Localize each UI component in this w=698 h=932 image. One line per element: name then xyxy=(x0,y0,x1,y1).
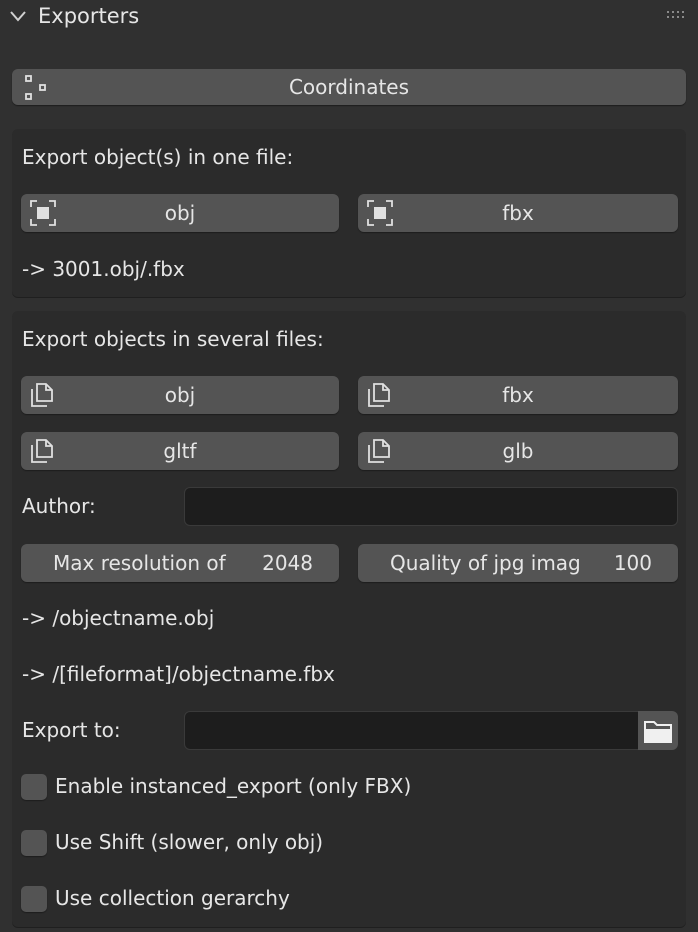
export-to-label: Export to: xyxy=(22,718,121,742)
fbx-path-hint: -> /[fileformat]/objectname.fbx xyxy=(22,662,335,686)
obj-path-hint: -> /objectname.obj xyxy=(22,606,215,630)
panel-title[interactable]: Exporters xyxy=(38,4,139,28)
use-shift-checkbox[interactable] xyxy=(21,830,47,856)
chevron-down-icon[interactable] xyxy=(8,8,28,24)
select-box-icon xyxy=(30,200,56,226)
export-several-obj-button[interactable]: obj xyxy=(21,376,339,414)
max-resolution-value: 2048 xyxy=(262,551,313,575)
export-several-gltf-button[interactable]: gltf xyxy=(21,432,339,470)
author-label: Author: xyxy=(22,494,96,518)
export-several-glb-button[interactable]: glb xyxy=(358,432,678,470)
jpg-quality-field[interactable]: Quality of jpg imag 100 xyxy=(358,544,678,582)
author-input[interactable] xyxy=(184,487,678,526)
export-path-input[interactable] xyxy=(184,711,640,750)
use-collection-hierarchy-label: Use collection gerarchy xyxy=(55,886,290,910)
jpg-quality-label: Quality of jpg imag xyxy=(390,551,581,575)
nodes-icon xyxy=(25,75,46,100)
obj-label: obj xyxy=(164,201,196,225)
browse-folder-button[interactable] xyxy=(638,711,678,750)
coordinates-button[interactable]: Coordinates xyxy=(12,69,686,105)
use-shift-label: Use Shift (slower, only obj) xyxy=(55,830,324,854)
enable-instanced-export-label: Enable instanced_export (only FBX) xyxy=(55,774,412,798)
fbx-label: fbx xyxy=(502,383,534,407)
single-file-heading: Export object(s) in one file: xyxy=(22,145,294,169)
duplicate-icon xyxy=(368,383,390,407)
export-single-obj-button[interactable]: obj xyxy=(21,194,339,232)
jpg-quality-value: 100 xyxy=(613,551,652,575)
single-file-hint: -> 3001.obj/.fbx xyxy=(22,257,185,281)
select-box-icon xyxy=(367,200,393,226)
max-resolution-label: Max resolution of xyxy=(53,551,226,575)
fbx-label: fbx xyxy=(502,201,534,225)
duplicate-icon xyxy=(31,439,53,463)
folder-icon xyxy=(644,721,672,743)
export-single-fbx-button[interactable]: fbx xyxy=(358,194,678,232)
enable-instanced-export-checkbox[interactable] xyxy=(21,774,47,800)
obj-label: obj xyxy=(164,383,196,407)
gltf-label: gltf xyxy=(163,439,197,463)
glb-label: glb xyxy=(502,439,534,463)
use-collection-hierarchy-checkbox[interactable] xyxy=(21,886,47,912)
coordinates-label: Coordinates xyxy=(288,75,410,99)
duplicate-icon xyxy=(31,383,53,407)
export-several-fbx-button[interactable]: fbx xyxy=(358,376,678,414)
max-resolution-field[interactable]: Max resolution of 2048 xyxy=(21,544,339,582)
duplicate-icon xyxy=(368,439,390,463)
several-files-heading: Export objects in several files: xyxy=(22,327,324,351)
drag-grip-icon[interactable] xyxy=(666,10,686,20)
